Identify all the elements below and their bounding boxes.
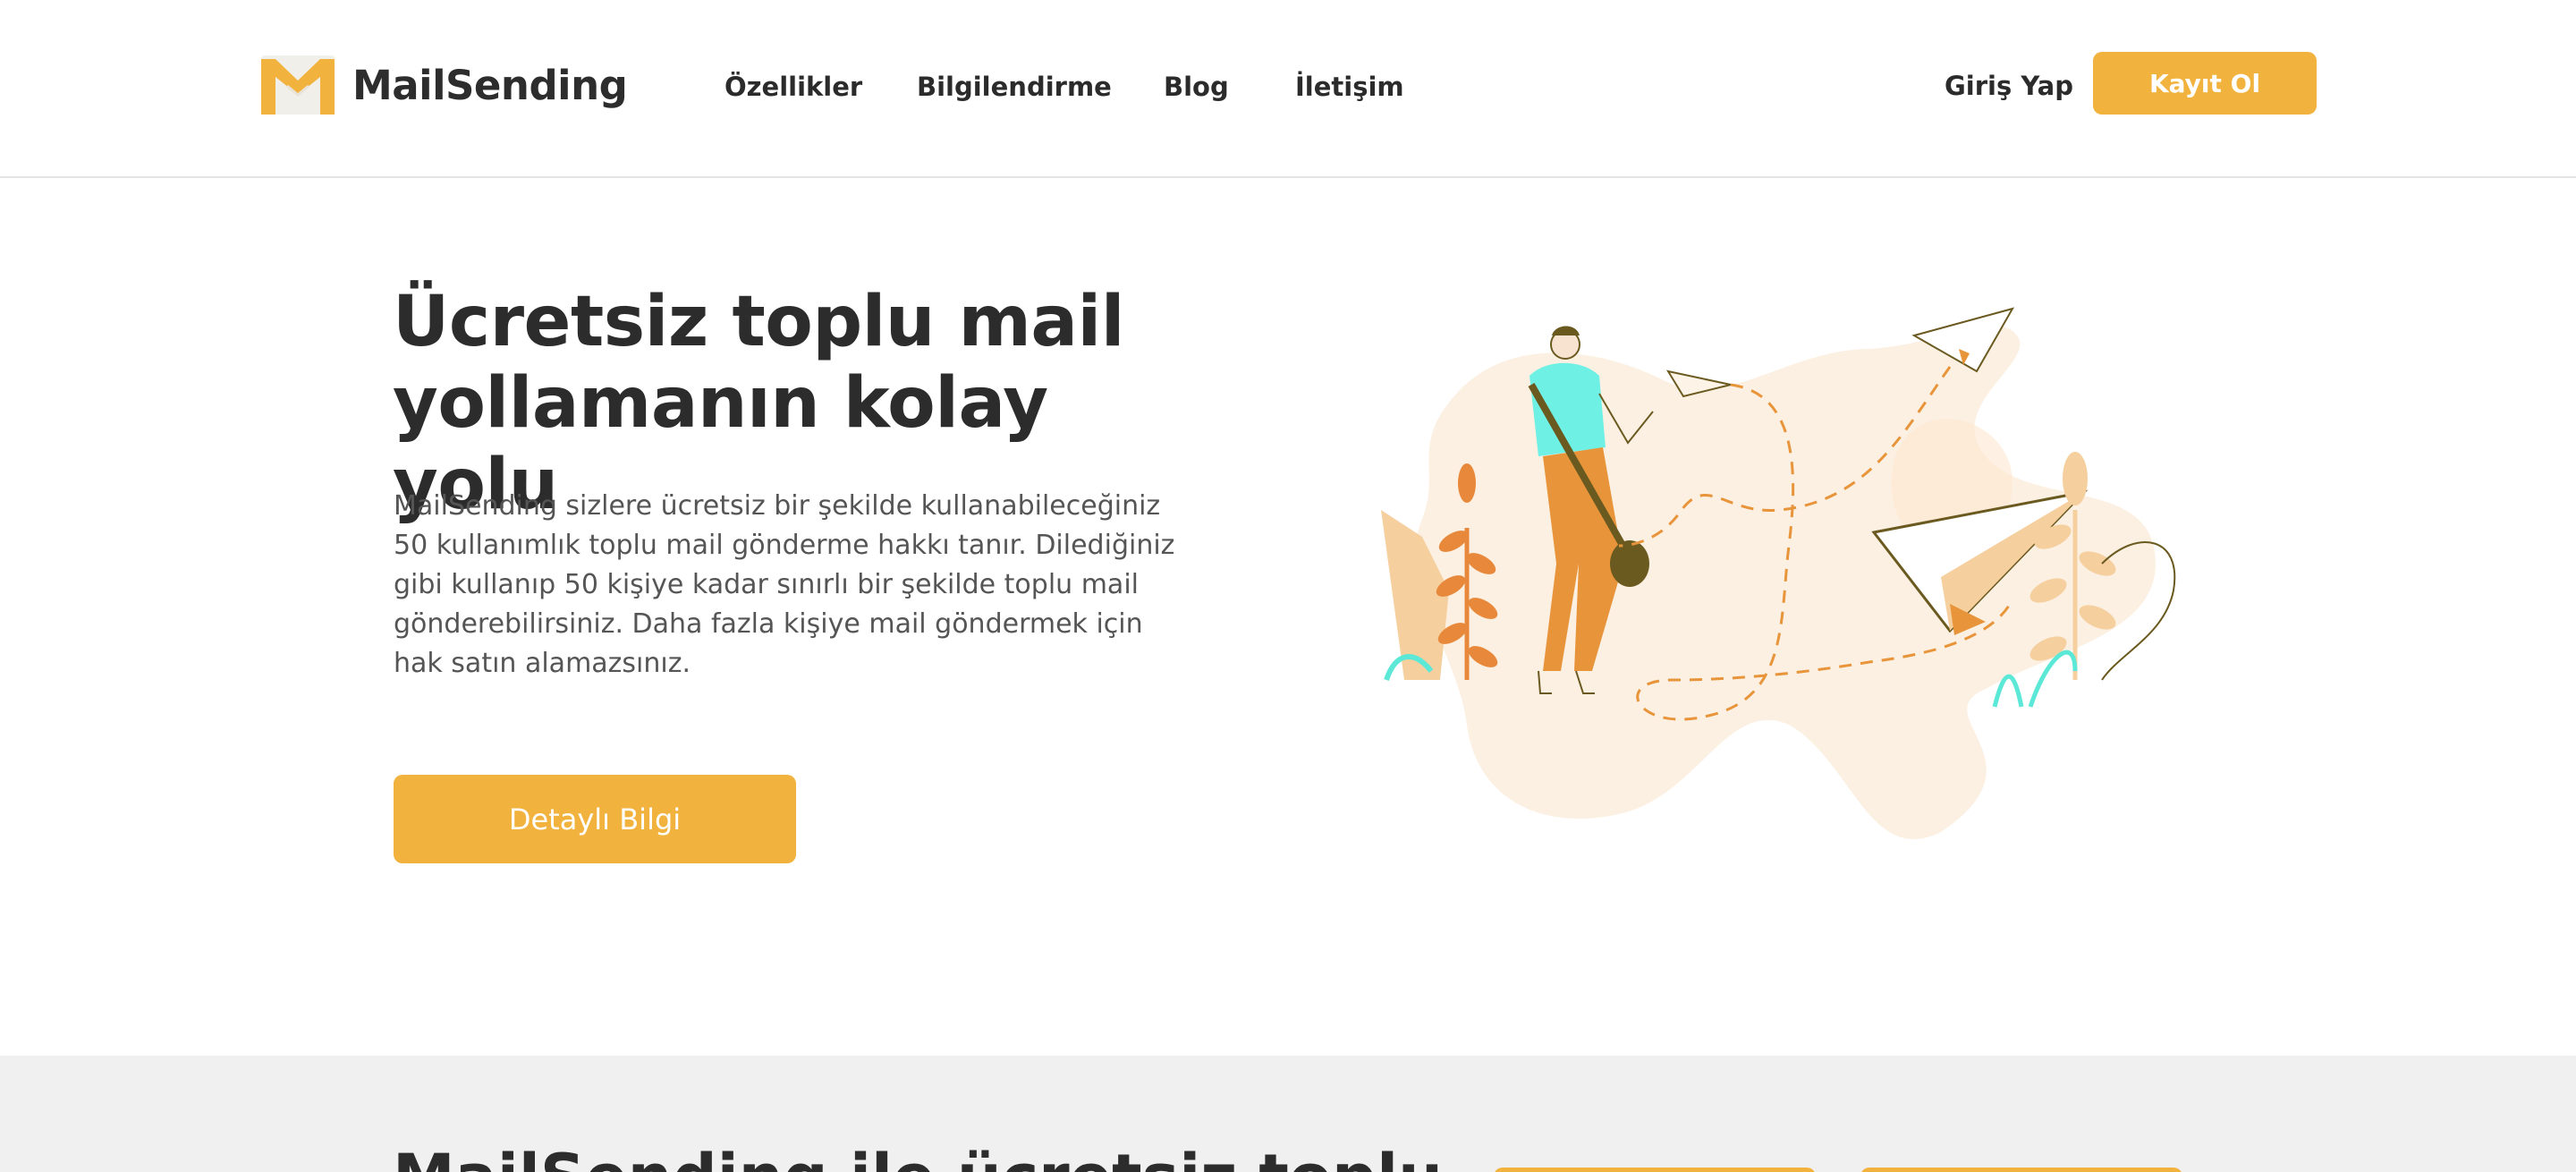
detail-info-button[interactable]: Detaylı Bilgi — [394, 775, 796, 863]
nav-link-bilgilendirme[interactable]: Bilgilendirme — [917, 70, 1112, 104]
hero-description: MailSending sizlere ücretsiz bir şekilde… — [394, 490, 1175, 679]
login-link[interactable]: Giriş Yap — [1945, 68, 2073, 104]
feature-card-top — [1494, 1168, 1816, 1172]
brand-name: MailSending — [352, 61, 628, 109]
features-section: MailSending ile ücretsiz toplu — [0, 1056, 2576, 1172]
nav-link-blog[interactable]: Blog — [1164, 70, 1229, 104]
logo-link[interactable]: MailSending — [258, 52, 628, 118]
nav-link-iletisim[interactable]: İletişim — [1295, 70, 1404, 104]
features-section-title: MailSending ile ücretsiz toplu — [393, 1141, 1443, 1172]
feature-card-top — [1860, 1168, 2182, 1172]
nav-link-ozellikler[interactable]: Özellikler — [724, 70, 862, 104]
signup-button[interactable]: Kayıt Ol — [2093, 52, 2317, 115]
logo-mail-icon — [261, 55, 335, 115]
site-header: MailSending Özellikler Bilgilendirme Blo… — [0, 0, 2576, 178]
hero-illustration — [1381, 307, 2176, 840]
hero-title-line1: Ücretsiz toplu mail — [393, 282, 1124, 362]
